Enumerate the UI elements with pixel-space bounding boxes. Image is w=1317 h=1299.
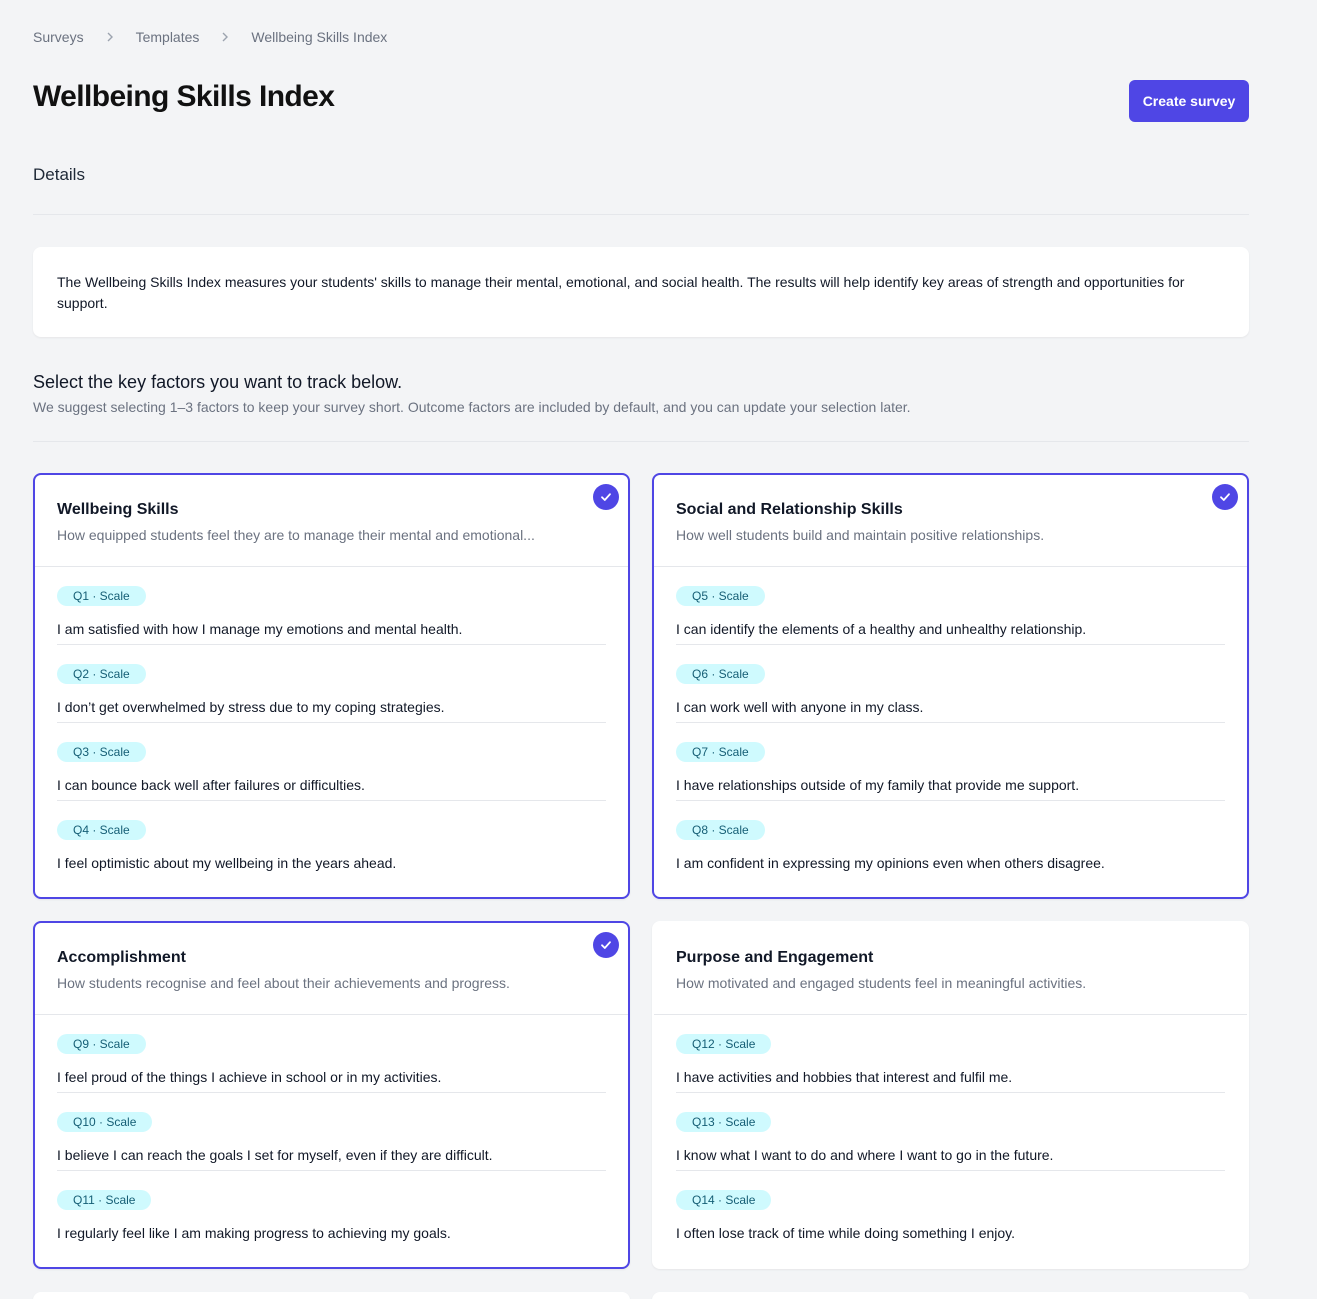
question-tag: Q6 · Scale	[676, 664, 765, 684]
factor-card-partial[interactable]	[33, 1292, 630, 1299]
question-text: I can work well with anyone in my class.	[676, 699, 924, 715]
question-item: Q12 · Scale I have activities and hobbie…	[676, 1015, 1225, 1093]
question-list: Q12 · Scale I have activities and hobbie…	[654, 1015, 1247, 1249]
chevron-right-icon	[220, 32, 230, 42]
factor-selection-heading: Select the key factors you want to track…	[33, 372, 403, 392]
factor-card-partial[interactable]	[652, 1292, 1249, 1299]
factor-card-social-relationship-skills[interactable]: Social and Relationship Skills How well …	[652, 473, 1249, 899]
question-text: I regularly feel like I am making progre…	[57, 1225, 451, 1241]
question-tag: Q2 · Scale	[57, 664, 146, 684]
question-tag: Q10 · Scale	[57, 1112, 153, 1132]
question-item: Q11 · Scale I regularly feel like I am m…	[57, 1171, 606, 1249]
breadcrumb-current: Wellbeing Skills Index	[251, 29, 388, 45]
question-text: I don’t get overwhelmed by stress due to…	[57, 699, 445, 715]
page-title: Wellbeing Skills Index	[33, 80, 335, 113]
question-text: I can identify the elements of a healthy…	[676, 621, 1087, 637]
question-item: Q3 · Scale I can bounce back well after …	[57, 723, 606, 801]
description-text: The Wellbeing Skills Index measures your…	[57, 274, 1185, 311]
question-text: I have relationships outside of my famil…	[676, 777, 1080, 793]
breadcrumb-templates[interactable]: Templates	[136, 29, 200, 45]
factor-description: How students recognise and feel about th…	[57, 975, 510, 991]
question-text: I believe I can reach the goals I set fo…	[57, 1147, 493, 1163]
factor-title: Social and Relationship Skills	[676, 501, 903, 518]
question-list: Q1 · Scale I am satisfied with how I man…	[35, 567, 628, 879]
question-text: I often lose track of time while doing s…	[676, 1225, 1016, 1241]
breadcrumb: Surveys Templates Wellbeing Skills Index	[33, 29, 387, 45]
check-circle-icon[interactable]	[1212, 484, 1238, 510]
question-text: I feel optimistic about my wellbeing in …	[57, 855, 397, 871]
question-item: Q6 · Scale I can work well with anyone i…	[676, 645, 1225, 723]
check-circle-icon[interactable]	[593, 932, 619, 958]
question-tag: Q1 · Scale	[57, 586, 146, 606]
question-tag: Q9 · Scale	[57, 1034, 146, 1054]
question-list: Q5 · Scale I can identify the elements o…	[654, 567, 1247, 879]
question-text: I have activities and hobbies that inter…	[676, 1069, 1013, 1085]
question-tag: Q8 · Scale	[676, 820, 765, 840]
description-card: The Wellbeing Skills Index measures your…	[33, 247, 1249, 337]
question-tag: Q3 · Scale	[57, 742, 146, 762]
question-tag: Q7 · Scale	[676, 742, 765, 762]
question-item: Q9 · Scale I feel proud of the things I …	[57, 1015, 606, 1093]
breadcrumb-surveys[interactable]: Surveys	[33, 29, 84, 45]
question-text: I am confident in expressing my opinions…	[676, 855, 1105, 871]
question-item: Q2 · Scale I don’t get overwhelmed by st…	[57, 645, 606, 723]
factor-title: Purpose and Engagement	[676, 949, 874, 966]
factor-description: How well students build and maintain pos…	[676, 527, 1045, 543]
question-item: Q5 · Scale I can identify the elements o…	[676, 567, 1225, 645]
factor-card-header: Purpose and Engagement How motivated and…	[654, 923, 1247, 1015]
divider	[33, 214, 1249, 215]
question-text: I can bounce back well after failures or…	[57, 777, 365, 793]
factor-title: Accomplishment	[57, 949, 186, 966]
question-tag: Q11 · Scale	[57, 1190, 152, 1210]
factor-card-wellbeing-skills[interactable]: Wellbeing Skills How equipped students f…	[33, 473, 630, 899]
factor-card-header: Accomplishment How students recognise an…	[35, 923, 628, 1015]
factor-description: How motivated and engaged students feel …	[676, 975, 1087, 991]
question-tag: Q4 · Scale	[57, 820, 146, 840]
question-item: Q1 · Scale I am satisfied with how I man…	[57, 567, 606, 645]
factor-card-purpose-engagement[interactable]: Purpose and Engagement How motivated and…	[652, 921, 1249, 1269]
question-text: I know what I want to do and where I wan…	[676, 1147, 1054, 1163]
create-survey-button[interactable]: Create survey	[1129, 80, 1249, 122]
template-detail-page: Surveys Templates Wellbeing Skills Index…	[0, 0, 1317, 1299]
question-item: Q4 · Scale I feel optimistic about my we…	[57, 801, 606, 879]
question-tag: Q13 · Scale	[676, 1112, 772, 1132]
factor-selection-subtitle: We suggest selecting 1–3 factors to keep…	[33, 399, 911, 415]
details-heading: Details	[33, 165, 85, 184]
question-text: I feel proud of the things I achieve in …	[57, 1069, 442, 1085]
question-item: Q8 · Scale I am confident in expressing …	[676, 801, 1225, 879]
divider	[33, 441, 1249, 442]
factor-card-accomplishment[interactable]: Accomplishment How students recognise an…	[33, 921, 630, 1269]
factor-card-header: Wellbeing Skills How equipped students f…	[35, 475, 628, 567]
question-item: Q13 · Scale I know what I want to do and…	[676, 1093, 1225, 1171]
question-tag: Q5 · Scale	[676, 586, 765, 606]
factor-title: Wellbeing Skills	[57, 501, 179, 518]
question-item: Q14 · Scale I often lose track of time w…	[676, 1171, 1225, 1249]
question-tag: Q12 · Scale	[676, 1034, 772, 1054]
check-circle-icon[interactable]	[593, 484, 619, 510]
question-item: Q7 · Scale I have relationships outside …	[676, 723, 1225, 801]
question-text: I am satisfied with how I manage my emot…	[57, 621, 463, 637]
question-list: Q9 · Scale I feel proud of the things I …	[35, 1015, 628, 1249]
factor-description: How equipped students feel they are to m…	[57, 527, 535, 543]
question-item: Q10 · Scale I believe I can reach the go…	[57, 1093, 606, 1171]
question-tag: Q14 · Scale	[676, 1190, 772, 1210]
factor-card-header: Social and Relationship Skills How well …	[654, 475, 1247, 567]
chevron-right-icon	[105, 32, 115, 42]
